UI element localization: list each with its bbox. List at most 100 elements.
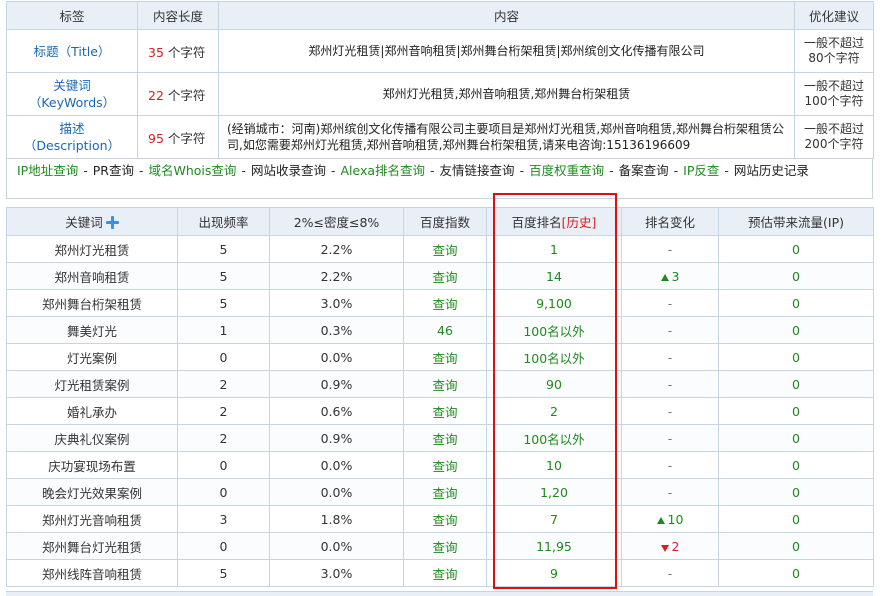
quick-link[interactable]: 网站收录查询 bbox=[251, 163, 326, 178]
add-keyword-icon[interactable] bbox=[105, 216, 119, 229]
keyword-cell: 郑州灯光租赁 bbox=[6, 235, 178, 263]
keyword-row: 灯光案例 0 0.0% 查询 100名以外 -0 bbox=[6, 343, 874, 371]
rank-change-cell: - bbox=[621, 235, 719, 263]
frequency-cell: 2 bbox=[177, 424, 270, 452]
link-separator: - bbox=[138, 163, 144, 178]
summary-content-keywords: 郑州灯光租赁,郑州音响租赁,郑州舞台桁架租赁 bbox=[218, 72, 795, 116]
baidu-rank-cell: 2 bbox=[486, 397, 622, 425]
keyword-cell: 郑州灯光音响租赁 bbox=[6, 505, 178, 533]
keyword-row: 晚会灯光效果案例 0 0.0% 查询 1,20-0 bbox=[6, 478, 874, 506]
quick-link[interactable]: Alexa排名查询 bbox=[340, 163, 425, 178]
rank-change-cell: - bbox=[621, 478, 719, 506]
advice-line: 100个字符 bbox=[804, 94, 864, 108]
quick-link[interactable]: IP反查 bbox=[683, 163, 719, 178]
quick-link[interactable]: 域名Whois查询 bbox=[149, 163, 237, 178]
baidu-rank-cell: 100名以外 bbox=[486, 316, 622, 344]
label-text: 描述 bbox=[59, 121, 85, 136]
keyword-row: 舞美灯光 1 0.3% 46 100名以外 - 0 bbox=[6, 316, 874, 344]
traffic-cell: 0 bbox=[718, 478, 874, 506]
length-unit: 个字符 bbox=[167, 87, 206, 103]
arrow-up-icon bbox=[660, 273, 669, 281]
density-cell: 0.9% bbox=[269, 424, 404, 452]
keyword-table: 关键词 出现频率 2%≤密度≤8% 百度指数 百度排名[历史] 排名变化 预估带… bbox=[6, 207, 874, 587]
traffic-cell: 0 bbox=[718, 262, 874, 290]
summary-length-description: 95 个字符 bbox=[137, 115, 219, 159]
summary-length-keywords: 22 个字符 bbox=[137, 72, 219, 116]
summary-header-content: 内容 bbox=[218, 1, 795, 30]
summary-label-title: 标题（Title） bbox=[6, 29, 138, 73]
baidu-index-cell[interactable]: 查询 bbox=[403, 262, 487, 290]
link-separator: - bbox=[430, 163, 435, 178]
link-separator: - bbox=[609, 163, 614, 178]
baidu-index-cell[interactable]: 查询 bbox=[403, 424, 487, 452]
frequency-cell: 0 bbox=[177, 532, 270, 560]
header-baidu-index: 百度指数 bbox=[403, 207, 487, 236]
header-keyword: 关键词 bbox=[6, 207, 178, 236]
rank-change-cell: - bbox=[621, 289, 719, 317]
keyword-row: 郑州舞台桁架租赁 5 3.0% 查询 9,100 - 0 bbox=[6, 289, 874, 317]
summary-label-description: 描述 （Description） bbox=[6, 115, 138, 159]
arrow-up-icon bbox=[656, 516, 665, 524]
baidu-index-cell[interactable]: 查询 bbox=[403, 559, 487, 587]
quick-link[interactable]: IP地址查询 bbox=[17, 163, 78, 178]
density-cell: 0.0% bbox=[269, 343, 404, 371]
summary-label-keywords: 关键词 （KeyWords） bbox=[6, 72, 138, 116]
baidu-index-cell[interactable]: 查询 bbox=[403, 370, 487, 398]
rank-change-value: - bbox=[667, 349, 673, 365]
traffic-cell: 0 bbox=[718, 532, 874, 560]
summary-content-title: 郑州灯光租赁|郑州音响租赁|郑州舞台桁架租赁|郑州缤创文化传播有限公司 bbox=[218, 29, 795, 73]
frequency-cell: 5 bbox=[177, 289, 270, 317]
keyword-cell: 郑州舞台灯光租赁 bbox=[6, 532, 178, 560]
baidu-index-cell[interactable]: 查询 bbox=[403, 289, 487, 317]
traffic-cell: 0 bbox=[718, 451, 874, 479]
baidu-index-cell[interactable]: 查询 bbox=[403, 532, 487, 560]
rank-change-value: 10 bbox=[667, 511, 684, 527]
density-cell: 0.0% bbox=[269, 451, 404, 479]
rank-change-cell: - bbox=[621, 397, 719, 425]
baidu-index-cell[interactable]: 查询 bbox=[403, 505, 487, 533]
keyword-row: 灯光租赁案例 2 0.9% 查询 90 - 0 bbox=[6, 370, 874, 398]
baidu-index-cell[interactable]: 查询 bbox=[403, 235, 487, 263]
traffic-cell: 0 bbox=[718, 397, 874, 425]
density-cell: 2.2% bbox=[269, 235, 404, 263]
label-text: （KeyWords） bbox=[28, 95, 116, 110]
quick-link[interactable]: PR查询 bbox=[93, 163, 134, 178]
baidu-index-cell[interactable]: 查询 bbox=[403, 343, 487, 371]
advice-line: 一般不超过 bbox=[803, 36, 864, 50]
keyword-cell: 舞美灯光 bbox=[6, 316, 178, 344]
quick-link[interactable]: 百度权重查询 bbox=[529, 163, 604, 178]
keyword-row: 郑州灯光租赁 5 2.2% 查询 1 - 0 bbox=[6, 235, 874, 263]
frequency-cell: 2 bbox=[177, 370, 270, 398]
baidu-rank-cell: 7 bbox=[486, 505, 622, 533]
keyword-cell: 晚会灯光效果案例 bbox=[6, 478, 178, 506]
quick-link[interactable]: 备案查询 bbox=[619, 163, 669, 178]
quick-link[interactable]: 友情链接查询 bbox=[440, 163, 515, 178]
frequency-cell: 0 bbox=[177, 451, 270, 479]
advice-line: 200个字符 bbox=[804, 137, 864, 151]
traffic-cell: 0 bbox=[718, 289, 874, 317]
rank-history-link[interactable]: [历史] bbox=[562, 215, 597, 230]
rank-change-cell: - bbox=[621, 370, 719, 398]
baidu-index-cell[interactable]: 查询 bbox=[403, 397, 487, 425]
traffic-cell: 0 bbox=[718, 559, 874, 587]
rank-change-cell: - bbox=[621, 316, 719, 344]
keyword-cell: 庆典礼仪案例 bbox=[6, 424, 178, 452]
label-text: （Description） bbox=[23, 138, 121, 153]
rank-change-value: - bbox=[667, 403, 673, 419]
density-cell: 1.8% bbox=[269, 505, 404, 533]
summary-header-row: 标签 内容长度 内容 优化建议 bbox=[6, 1, 874, 30]
baidu-rank-cell: 9,100 bbox=[486, 289, 622, 317]
rank-change-value: - bbox=[667, 484, 673, 500]
length-unit: 个字符 bbox=[167, 44, 206, 60]
baidu-index-cell[interactable]: 查询 bbox=[403, 478, 487, 506]
quick-link[interactable]: 网站历史记录 bbox=[734, 163, 809, 178]
header-rank-label: 百度排名 bbox=[511, 215, 562, 230]
link-separator: - bbox=[673, 163, 679, 178]
keyword-cell: 郑州音响租赁 bbox=[6, 262, 178, 290]
summary-advice-description: 一般不超过 200个字符 bbox=[794, 115, 874, 159]
link-separator: - bbox=[83, 163, 88, 178]
baidu-index-cell[interactable]: 查询 bbox=[403, 451, 487, 479]
next-section-edge bbox=[6, 591, 873, 596]
rank-change-cell: 2 bbox=[621, 532, 719, 560]
density-cell: 0.9% bbox=[269, 370, 404, 398]
